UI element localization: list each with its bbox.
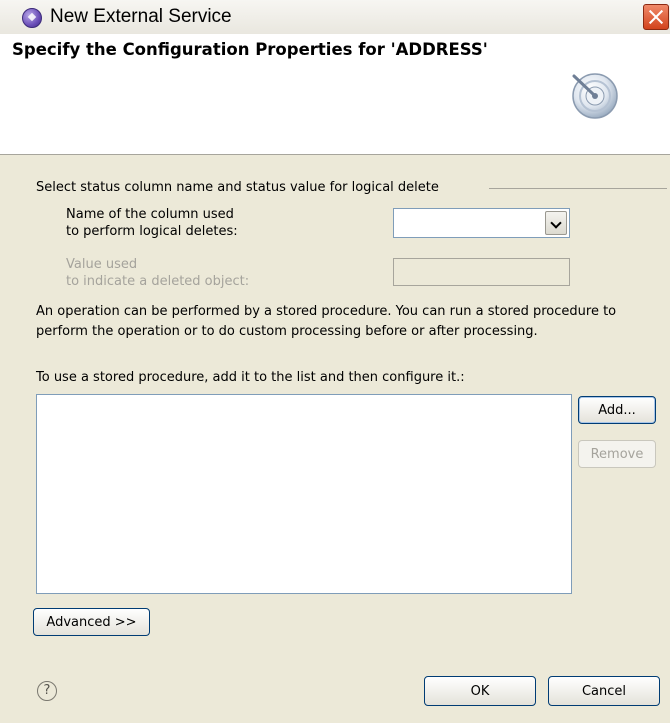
status-column-select[interactable] — [393, 208, 570, 238]
header-banner: Specify the Configuration Properties for… — [0, 34, 670, 62]
status-value-field[interactable] — [393, 258, 570, 286]
remove-button[interactable]: Remove — [578, 440, 656, 468]
advanced-button[interactable]: Advanced >> — [33, 608, 150, 636]
chevron-down-icon[interactable] — [545, 211, 567, 235]
stored-procedure-list[interactable] — [36, 394, 572, 594]
window-title: New External Service — [50, 6, 232, 27]
add-button[interactable]: Add... — [578, 396, 656, 424]
column-label-line1: Name of the column used — [66, 207, 234, 222]
title-bar[interactable]: New External Service — [0, 0, 670, 35]
group-divider — [489, 188, 667, 189]
close-button[interactable] — [643, 4, 669, 30]
dialog-window: New External Service Specify the Configu… — [0, 0, 670, 723]
value-label-line2: to indicate a deleted object: — [66, 274, 250, 289]
column-label-line2: to perform logical deletes: — [66, 224, 238, 239]
header-panel — [0, 62, 670, 155]
page-title: Specify the Configuration Properties for… — [12, 40, 488, 59]
logical-delete-group-label: Select status column name and status val… — [36, 180, 439, 195]
stored-procedure-list-caption: To use a stored procedure, add it to the… — [36, 370, 465, 385]
value-label-line1: Value used — [66, 257, 138, 272]
cancel-button[interactable]: Cancel — [548, 676, 660, 706]
stored-procedure-description: An operation can be performed by a store… — [36, 304, 617, 339]
dial-wizard-icon — [572, 73, 618, 119]
service-wizard-icon — [22, 8, 42, 28]
ok-button[interactable]: OK — [424, 676, 536, 706]
help-icon[interactable]: ? — [37, 681, 57, 701]
